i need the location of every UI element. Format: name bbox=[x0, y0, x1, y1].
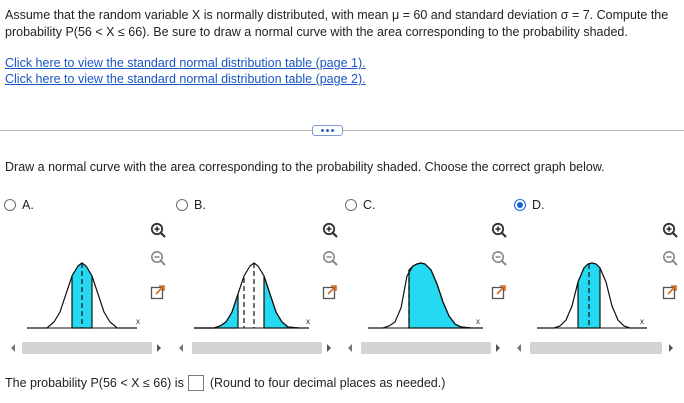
answer-prefix: The probability P(56 < X ≤ 66) is bbox=[5, 376, 184, 390]
scroll-right-icon[interactable] bbox=[493, 342, 503, 354]
popout-icon[interactable] bbox=[150, 284, 166, 300]
zoom-out-icon[interactable] bbox=[662, 250, 678, 266]
zoom-out-icon[interactable] bbox=[150, 250, 166, 266]
zoom-in-icon[interactable] bbox=[662, 222, 678, 238]
scroll-right-icon[interactable] bbox=[154, 342, 164, 354]
scroll-left-icon[interactable] bbox=[345, 342, 355, 354]
popout-icon[interactable] bbox=[491, 284, 507, 300]
option-a-scrollbar[interactable] bbox=[22, 342, 152, 354]
popout-icon[interactable] bbox=[322, 284, 338, 300]
option-c-graph: x bbox=[368, 262, 483, 329]
question-text: Assume that the random variable X is nor… bbox=[5, 8, 669, 39]
popout-icon[interactable] bbox=[662, 284, 678, 300]
table-link-page-1[interactable]: Click here to view the standard normal d… bbox=[5, 55, 366, 71]
zoom-out-icon[interactable] bbox=[322, 250, 338, 266]
option-a-axis-label: x bbox=[136, 317, 140, 326]
table-link-page-2[interactable]: Click here to view the standard normal d… bbox=[5, 71, 366, 87]
option-d-axis-label: x bbox=[640, 317, 644, 326]
option-c-axis-label: x bbox=[476, 317, 480, 326]
option-b-graph: x bbox=[194, 262, 310, 329]
option-d[interactable]: D. x bbox=[512, 198, 682, 366]
scroll-right-icon[interactable] bbox=[666, 342, 676, 354]
answer-input[interactable] bbox=[187, 375, 204, 391]
option-b[interactable]: B. x bbox=[174, 198, 344, 366]
option-d-graph: x bbox=[537, 262, 647, 329]
table-links: Click here to view the standard normal d… bbox=[5, 55, 366, 87]
option-c-scrollbar[interactable] bbox=[361, 342, 491, 354]
option-a-graph: x bbox=[27, 262, 140, 329]
option-c[interactable]: C. x bbox=[343, 198, 513, 366]
option-b-axis-label: x bbox=[306, 317, 310, 326]
more-icon[interactable] bbox=[312, 125, 343, 136]
option-a[interactable]: A. x bbox=[2, 198, 172, 366]
scroll-left-icon[interactable] bbox=[176, 342, 186, 354]
scroll-right-icon[interactable] bbox=[324, 342, 334, 354]
zoom-in-icon[interactable] bbox=[150, 222, 166, 238]
answer-row: The probability P(56 < X ≤ 66) is (Round… bbox=[5, 375, 445, 391]
zoom-in-icon[interactable] bbox=[322, 222, 338, 238]
instruction-text: Draw a normal curve with the area corres… bbox=[5, 160, 605, 174]
zoom-in-icon[interactable] bbox=[491, 222, 507, 238]
option-d-scrollbar[interactable] bbox=[530, 342, 662, 354]
scroll-left-icon[interactable] bbox=[8, 342, 18, 354]
zoom-out-icon[interactable] bbox=[491, 250, 507, 266]
rounding-note: (Round to four decimal places as needed.… bbox=[209, 376, 446, 390]
option-b-scrollbar[interactable] bbox=[192, 342, 322, 354]
scroll-left-icon[interactable] bbox=[514, 342, 524, 354]
